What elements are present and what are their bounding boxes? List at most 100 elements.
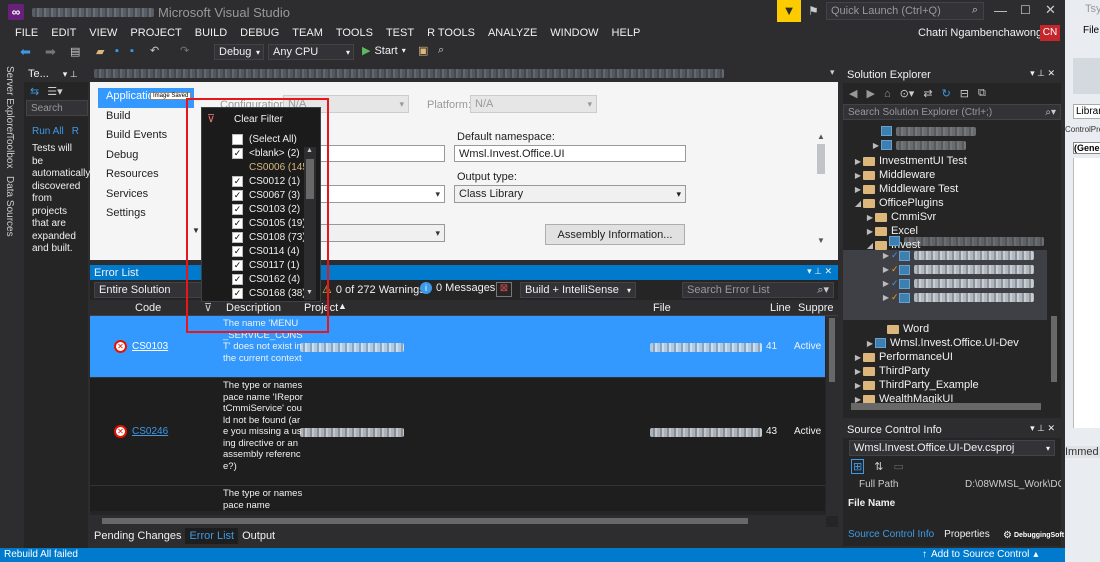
tree-item-thirdparty-example[interactable]: ▶ ThirdParty_Example — [853, 378, 979, 392]
assembly-name-input[interactable] — [320, 145, 445, 162]
default-namespace-input[interactable]: Wmsl.Invest.Office.UI — [454, 145, 686, 162]
tree-row-invest-child[interactable] — [889, 236, 1044, 246]
solution-platform-select[interactable]: Any CPU ▾ — [268, 44, 354, 60]
scroll-up-icon[interactable]: ▲ — [817, 132, 825, 141]
error-list-vscroll[interactable] — [826, 316, 838, 516]
pin-icon[interactable]: ▾ ⊥ ✕ — [1030, 423, 1055, 434]
collapsed-arrow-icon[interactable]: ▶ — [853, 353, 863, 362]
collapsed-arrow-icon[interactable]: ▶ — [853, 185, 863, 194]
scroll-thumb[interactable] — [102, 518, 748, 524]
menu-item-r-tools[interactable]: R TOOLS — [420, 27, 481, 39]
save-all-icon[interactable]: ▪ — [130, 45, 134, 57]
error-search-input[interactable]: Search Error List ⌕▾ — [682, 282, 834, 298]
forward-icon[interactable]: ▶ — [866, 87, 874, 100]
find-icon[interactable]: ⌕ — [438, 44, 444, 57]
playlist-icon[interactable]: ☰▾ — [47, 85, 62, 98]
server-explorer-tab[interactable]: Server Explorer — [4, 66, 15, 135]
menu-item-build[interactable]: BUILD — [188, 27, 233, 39]
scroll-down-icon[interactable]: ▼ — [817, 236, 825, 245]
messages-toggle[interactable]: i0 Messages — [420, 282, 495, 294]
platform-select[interactable]: N/A ▾ — [470, 95, 597, 113]
tree-item-middleware[interactable]: ▶ Middleware — [853, 168, 935, 182]
menu-item-test[interactable]: TEST — [379, 27, 420, 39]
tree-item-cmmisvr[interactable]: ▶ CmmiSvr — [865, 210, 936, 224]
collapsed-arrow-icon[interactable]: ▶ — [853, 157, 863, 166]
build-intellisense-select[interactable]: Build + IntelliSense ▾ — [520, 282, 636, 298]
pin-icon[interactable]: ▾ ⊥ ✕ — [807, 266, 832, 277]
build-filter-icon[interactable]: ⊠ — [496, 282, 512, 297]
group-by-icon[interactable]: ⇆ — [30, 85, 39, 98]
error-code-link[interactable]: CS0246 — [132, 426, 168, 437]
menu-item-window[interactable]: WINDOW — [543, 27, 604, 39]
solution-search-input[interactable]: Search Solution Explorer (Ctrl+;) ⌕▾ — [843, 104, 1061, 120]
toolbar-extra-icon[interactable]: ▣ — [418, 44, 428, 57]
quick-launch-input[interactable]: Quick Launch (Ctrl+Q) ⌕ — [826, 2, 984, 20]
tab-error-list[interactable]: Error List — [185, 528, 239, 544]
menu-item-file[interactable]: FILE — [8, 27, 44, 39]
alphabetical-icon[interactable]: ⇅ — [874, 460, 883, 473]
column-code[interactable]: Code — [135, 302, 161, 314]
tree-row-blurred[interactable]: ▶ — [871, 138, 966, 152]
expanded-arrow-icon[interactable]: ◢ — [865, 241, 875, 250]
menu-item-help[interactable]: HELP — [605, 27, 647, 39]
tree-item-middleware-test[interactable]: ▶ Middleware Test — [853, 182, 958, 196]
save-icon[interactable]: ▪ — [115, 45, 119, 57]
collapsed-arrow-icon[interactable]: ▶ — [865, 227, 875, 236]
feedback-icon[interactable]: ⚑ — [808, 4, 819, 18]
nav-services[interactable]: Services — [98, 186, 186, 206]
tree-row-blurred[interactable] — [881, 124, 976, 138]
collapsed-arrow-icon[interactable]: ▶ — [853, 171, 863, 180]
assembly-information-button[interactable]: Assembly Information... — [545, 224, 685, 245]
second-window-immed[interactable]: Immed — [1065, 446, 1100, 458]
pin-icon[interactable]: ▾ ⊥ — [63, 69, 78, 80]
nav-resources[interactable]: Resources — [98, 166, 186, 186]
nav-build[interactable]: Build — [98, 108, 186, 128]
properties-scrollbar[interactable]: ▲ ▼ — [816, 132, 826, 248]
column-line[interactable]: Line — [770, 302, 791, 314]
scroll-thumb[interactable] — [1051, 316, 1057, 382]
second-window-file[interactable]: File — [1083, 25, 1099, 36]
scroll-thumb[interactable] — [817, 144, 825, 174]
error-row[interactable]: ✕ CS0246 43 Active The type or namespace nam… — [90, 378, 825, 486]
notification-flag-icon[interactable]: ▼ — [777, 0, 801, 22]
error-list-hscroll[interactable] — [90, 515, 826, 527]
tab-output[interactable]: Output — [238, 528, 279, 544]
document-tab-blurred[interactable] — [94, 69, 724, 78]
column-suppression[interactable]: Suppre — [798, 302, 833, 314]
second-window-libra[interactable]: Librar — [1073, 104, 1100, 119]
categorized-icon[interactable]: ⊞ — [851, 458, 865, 474]
menu-item-project[interactable]: PROJECT — [123, 27, 187, 39]
tree-row-invest-child[interactable]: ▶ ✓ — [881, 292, 1034, 303]
scroll-thumb[interactable] — [829, 318, 835, 382]
menu-item-debug[interactable]: DEBUG — [233, 27, 285, 39]
tree-hscroll[interactable] — [851, 403, 1041, 410]
tab-source-control-info[interactable]: Source Control Info — [843, 528, 939, 544]
add-to-source-control-button[interactable]: ↑ Add to Source Control ▴ — [922, 549, 1038, 560]
nav-settings[interactable]: Settings — [98, 205, 186, 225]
menu-item-edit[interactable]: EDIT — [44, 27, 82, 39]
expanded-arrow-icon[interactable]: ◢ — [853, 199, 863, 208]
solution-config-select[interactable]: Debug ▾ — [214, 44, 264, 60]
menu-item-team[interactable]: TEAM — [285, 27, 329, 39]
menu-item-view[interactable]: VIEW — [82, 27, 123, 39]
target-framework-select[interactable]: ▾ — [320, 185, 445, 203]
source-project-select[interactable]: Wmsl.Invest.Office.UI-Dev.csproj ▾ — [849, 440, 1055, 456]
back-icon[interactable]: ◀ — [849, 87, 857, 100]
toolbox-tab[interactable]: Toolbox — [4, 134, 15, 168]
tab-pending-changes[interactable]: Pending Changes — [90, 528, 185, 544]
startup-object-select[interactable]: ▾ — [320, 224, 445, 242]
test-search-input[interactable]: Search — [26, 100, 88, 116]
collapsed-arrow-icon[interactable]: ▶ — [853, 381, 863, 390]
tree-row-invest-child[interactable]: ▶ ✓ — [881, 278, 1034, 289]
menu-item-tools[interactable]: TOOLS — [329, 27, 379, 39]
column-file[interactable]: File — [653, 302, 671, 314]
pin-icon[interactable]: ▾ ⊥ ✕ — [1030, 68, 1055, 79]
user-name[interactable]: Chatri Ngambenchawong — [918, 27, 1042, 39]
run-all-link[interactable]: Run All — [32, 126, 64, 137]
warnings-toggle[interactable]: ⚠ 0 of 272 Warnings — [322, 283, 425, 297]
tree-item-officeplugins[interactable]: ◢ OfficePlugins — [853, 196, 944, 210]
solution-vscroll[interactable] — [1049, 120, 1059, 400]
forward-icon[interactable]: ➡ — [45, 44, 56, 60]
undo-icon[interactable]: ↶ — [150, 44, 159, 57]
redo-icon[interactable]: ↷ — [180, 44, 189, 57]
